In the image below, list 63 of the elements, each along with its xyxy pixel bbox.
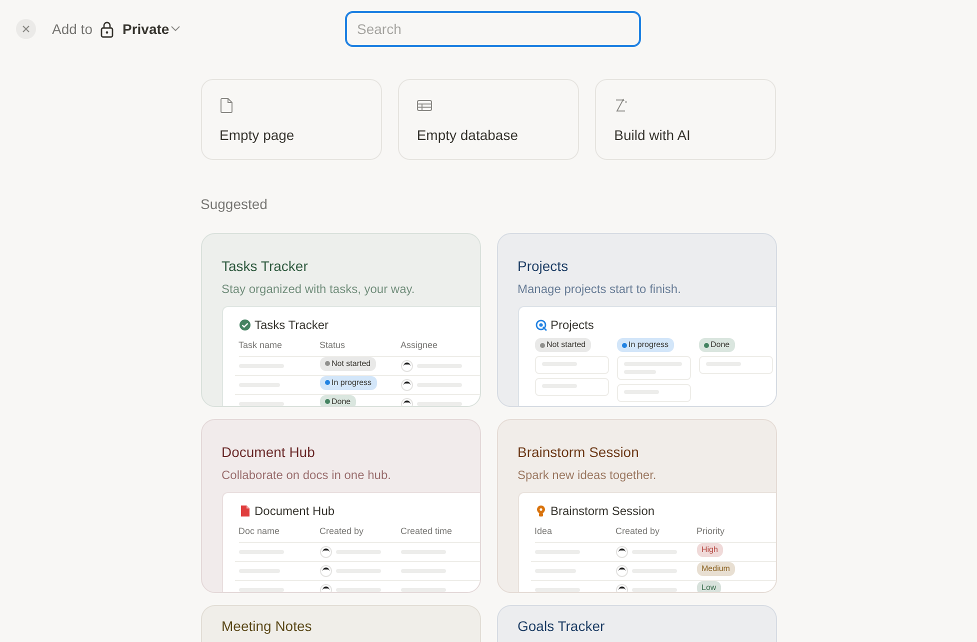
column-header: Created by — [616, 525, 661, 538]
avatar-icon — [400, 360, 412, 372]
file-icon — [220, 98, 232, 113]
status-tag: High — [696, 542, 723, 556]
column-header: Idea — [534, 525, 554, 538]
lightbulb-icon — [534, 505, 546, 517]
template-title: Brainstorm Session — [518, 443, 640, 462]
template-card[interactable]: Goals Tracker — [496, 605, 776, 642]
status-tag: In progress — [616, 338, 674, 352]
column-header: Task name — [238, 339, 284, 352]
template-card[interactable]: Brainstorm Session Spark new ideas together. Brainstorm Session Idea Created by Priority High Medium Low — [496, 419, 776, 593]
template-description: Manage projects start to finish. — [518, 281, 682, 298]
search-field[interactable]: Search — [345, 11, 641, 47]
template-card[interactable]: Tasks Tracker Stay organized with tasks, your way. Tasks Tracker Task name Status Assignee Not started In progress Done — [200, 233, 480, 407]
lock-icon — [100, 20, 114, 38]
template-description: Collaborate on docs in one hub. — [222, 467, 392, 484]
template-title: Projects — [518, 257, 570, 276]
column-header: Status — [320, 339, 346, 352]
section-heading: Suggested — [200, 195, 268, 214]
table-icon — [416, 98, 432, 113]
status-tag: In progress — [320, 376, 377, 390]
avatar-icon — [400, 398, 412, 406]
column-header: Created by — [320, 525, 365, 538]
avatar-icon — [320, 546, 332, 558]
database-option[interactable]: Empty database — [398, 79, 580, 160]
status-tag: Done — [320, 394, 356, 406]
workspace-dropdown[interactable]: Private — [122, 18, 180, 40]
template-card[interactable]: Document Hub Collaborate on docs in one hub. Document Hub Doc name Created by Created time — [200, 419, 480, 593]
avatar-icon — [320, 584, 332, 592]
template-title: Goals Tracker — [518, 617, 606, 636]
template-title: Tasks Tracker — [222, 257, 309, 276]
close-button[interactable] — [16, 19, 36, 39]
check-circle-icon — [238, 319, 250, 331]
status-tag: Medium — [696, 562, 735, 576]
close-icon — [22, 25, 30, 33]
avatar-icon — [616, 584, 628, 592]
avatar-icon — [616, 546, 628, 558]
chevron-down-icon — [171, 26, 180, 32]
status-tag: Low — [696, 580, 722, 592]
preview-title: Document Hub — [254, 503, 335, 520]
column-header: Doc name — [238, 525, 281, 538]
status-tag: Done — [698, 338, 735, 352]
preview-title: Projects — [550, 317, 594, 334]
template-title: Document Hub — [222, 443, 316, 462]
add-to-label: Add to — [52, 20, 92, 38]
column-header: Priority — [696, 525, 726, 538]
template-title: Meeting Notes — [222, 617, 313, 636]
template-description: Stay organized with tasks, your way. — [222, 281, 416, 298]
avatar-icon — [400, 378, 412, 390]
preview-title: Brainstorm Session — [550, 503, 655, 520]
column-header: Assignee — [400, 339, 439, 352]
template-description: Spark new ideas together. — [518, 467, 658, 484]
column-header: Created time — [400, 525, 454, 538]
preview-title: Tasks Tracker — [254, 317, 329, 334]
status-tag: Not started — [534, 338, 591, 352]
document-icon — [238, 505, 250, 517]
template-card[interactable]: Projects Manage projects start to finish. Projects Not started In progress Done — [496, 233, 776, 407]
status-tag: Not started — [320, 356, 376, 370]
template-card[interactable]: Meeting Notes — [200, 605, 480, 642]
ai-option[interactable]: Build with AI — [595, 79, 776, 160]
avatar-icon — [616, 564, 628, 576]
page-option[interactable]: Empty page — [200, 79, 382, 160]
avatar-icon — [320, 564, 332, 576]
